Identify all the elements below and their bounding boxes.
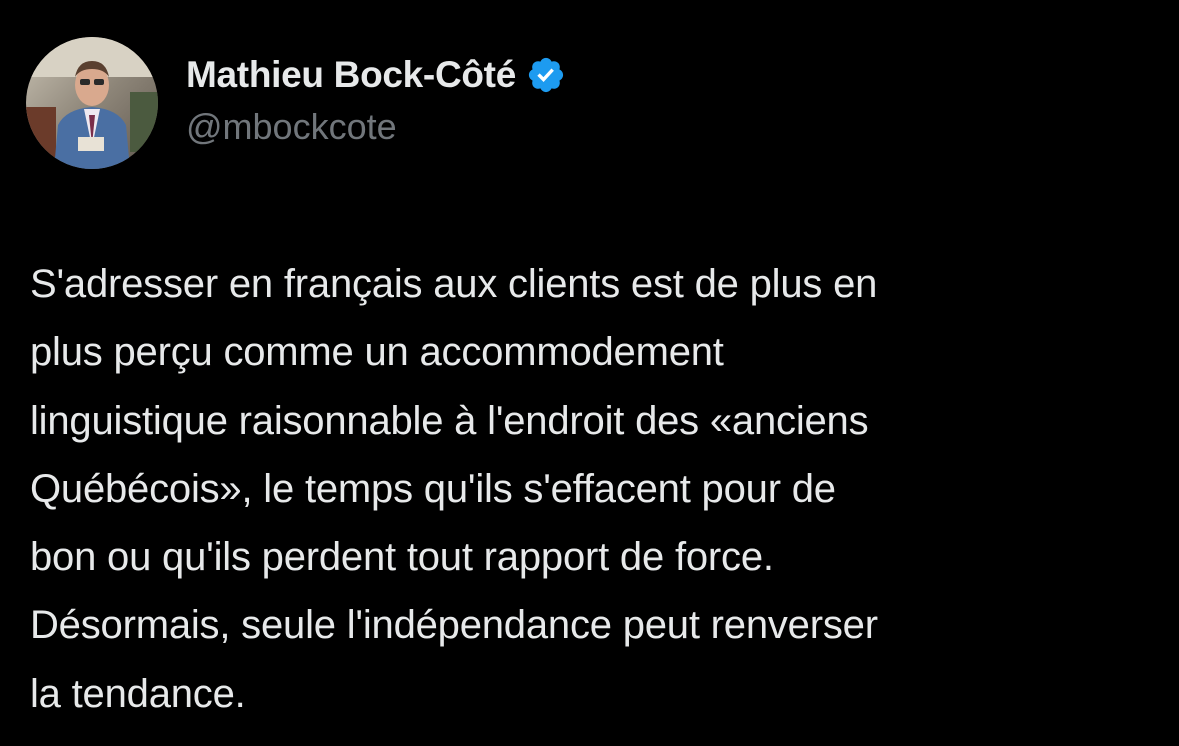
tweet-text-line: linguistique raisonnable à l'endroit des…: [30, 398, 869, 443]
tweet-text-line: la tendance.: [30, 671, 246, 716]
tweet-text-line: S'adresser en français aux clients est d…: [30, 262, 878, 306]
tweet-text: S'adresser en français aux clients est d…: [30, 250, 1160, 728]
handle[interactable]: @mbockcote: [186, 106, 566, 148]
author-info: Mathieu Bock-Côté @mbockcote: [186, 52, 566, 148]
avatar[interactable]: [26, 37, 158, 169]
verified-badge-icon[interactable]: [526, 55, 566, 95]
tweet-text-line: bon ou qu'ils perdent tout rapport de fo…: [30, 535, 774, 580]
tweet-text-line: Désormais, seule l'indépendance peut ren…: [30, 603, 878, 648]
profile-photo-icon: [26, 37, 158, 169]
tweet-text-line: plus perçu comme un accommodement: [30, 330, 724, 375]
tweet-text-line: Québécois», le temps qu'ils s'effacent p…: [30, 466, 836, 511]
name-row: Mathieu Bock-Côté: [186, 52, 566, 98]
tweet-card: Mathieu Bock-Côté @mbockcote S'adresser …: [0, 0, 1179, 746]
display-name[interactable]: Mathieu Bock-Côté: [186, 54, 516, 96]
